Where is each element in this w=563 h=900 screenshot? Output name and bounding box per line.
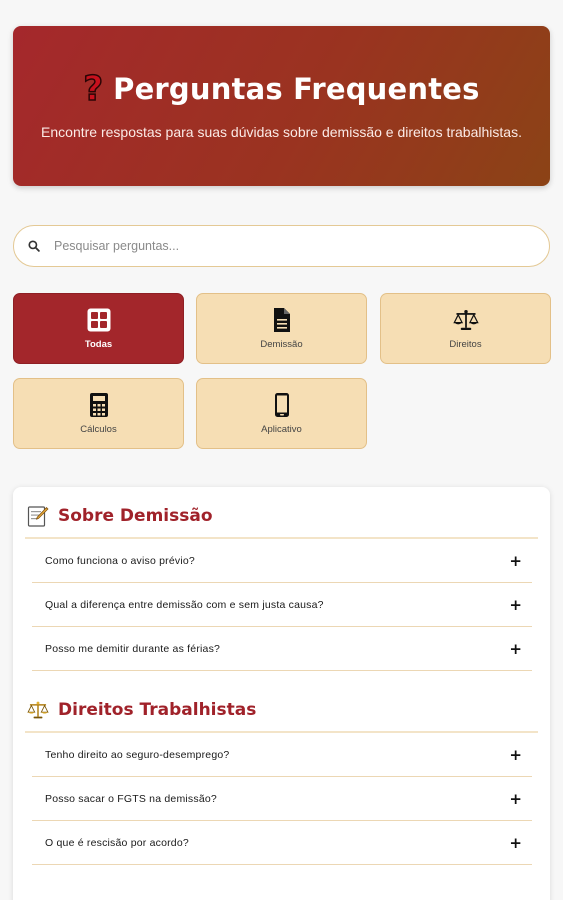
category-label: Todas (84, 339, 113, 350)
faq-question: Tenho direito ao seguro-desemprego? (45, 748, 230, 761)
page-subtitle: Encontre respostas para suas dúvidas sob… (41, 124, 522, 140)
search-input[interactable] (54, 239, 494, 253)
expand-icon: + (509, 639, 522, 658)
document-icon (273, 308, 290, 332)
faq-question: Posso sacar o FGTS na demissão? (45, 792, 217, 805)
hero-banner: ? Perguntas Frequentes Encontre resposta… (13, 26, 550, 186)
search-icon (28, 240, 40, 252)
expand-icon: + (509, 833, 522, 852)
category-direitos[interactable]: Direitos (380, 293, 551, 364)
faq-panel: Sobre Demissão Como funciona o aviso pré… (13, 487, 550, 900)
faq-item[interactable]: Como funciona o aviso prévio? + (32, 539, 532, 583)
faq-item[interactable]: Tenho direito ao seguro-desemprego? + (32, 733, 532, 777)
expand-icon: + (509, 595, 522, 614)
calculator-icon (89, 393, 108, 417)
category-label: Aplicativo (261, 424, 302, 435)
category-aplicativo[interactable]: Aplicativo (196, 378, 367, 449)
faq-item[interactable]: Posso sacar o FGTS na demissão? + (32, 777, 532, 821)
category-label: Demissão (260, 339, 303, 350)
search-bar[interactable] (13, 225, 550, 267)
category-label: Direitos (449, 339, 482, 350)
category-label: Cálculos (80, 424, 117, 435)
scale-icon (27, 701, 49, 719)
expand-icon: + (509, 789, 522, 808)
question-mark-icon: ? (83, 69, 104, 109)
section-title: Direitos Trabalhistas (58, 700, 257, 720)
phone-icon (274, 393, 289, 417)
category-demissao[interactable]: Demissão (196, 293, 367, 364)
faq-question: Qual a diferença entre demissão com e se… (45, 598, 324, 611)
faq-question: Posso me demitir durante as férias? (45, 642, 221, 655)
category-calculos[interactable]: Cálculos (13, 378, 184, 449)
faq-item[interactable]: Posso me demitir durante as férias? + (32, 627, 532, 671)
faq-item[interactable]: O que é rescisão por acordo? + (32, 821, 532, 865)
hero-title-row: ? Perguntas Frequentes (13, 69, 550, 109)
section-header-direitos: Direitos Trabalhistas (27, 699, 550, 721)
grid-icon (87, 308, 110, 332)
scale-icon (452, 310, 479, 330)
faq-question: Como funciona o aviso prévio? (45, 554, 195, 567)
faq-question: O que é rescisão por acordo? (45, 836, 189, 849)
page-title: Perguntas Frequentes (113, 72, 480, 106)
section-title: Sobre Demissão (58, 506, 213, 526)
faq-item[interactable]: Qual a diferença entre demissão com e se… (32, 583, 532, 627)
expand-icon: + (509, 551, 522, 570)
memo-icon (27, 506, 49, 527)
category-todas[interactable]: Todas (13, 293, 184, 364)
expand-icon: + (509, 745, 522, 764)
section-header-demissao: Sobre Demissão (27, 505, 550, 527)
